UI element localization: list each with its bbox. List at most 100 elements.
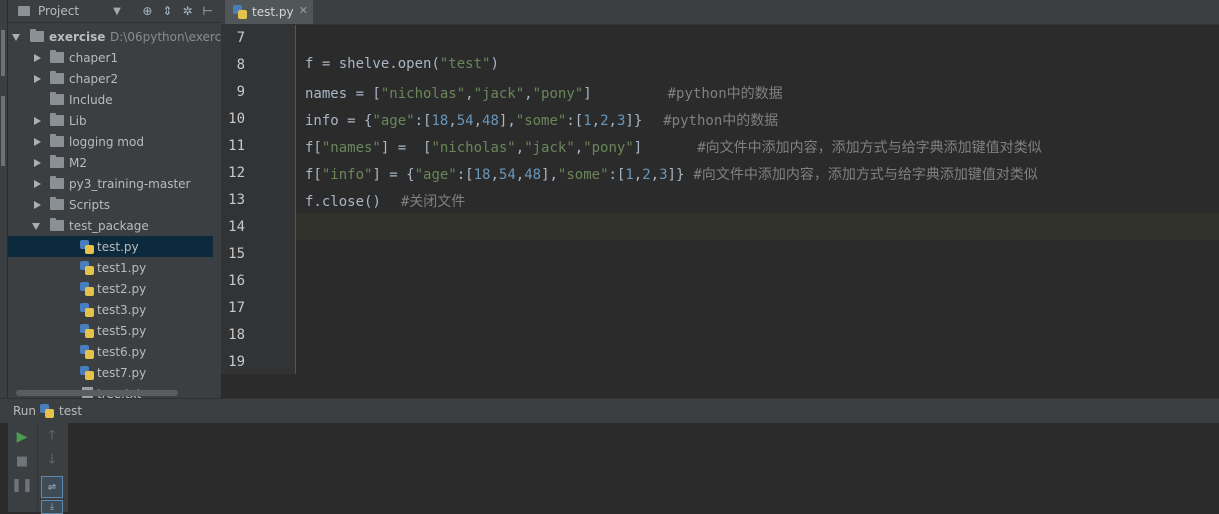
tree-file-item[interactable]: test1.py — [8, 257, 213, 278]
tree-item-label: test3.py — [97, 302, 147, 317]
code-number: 1 — [583, 113, 592, 129]
close-icon[interactable]: ✕ — [299, 4, 308, 17]
code-comment: #python中的数据 — [667, 86, 783, 102]
code-token: ]} — [667, 167, 685, 183]
code-token: ], — [498, 113, 516, 129]
tree-folder-item[interactable]: test_package — [8, 215, 213, 236]
code-token: , — [490, 167, 499, 183]
line-number: 18 — [228, 327, 245, 343]
code-comment: #向文件中添加内容，添加方式与给字典添加键值对类似 — [693, 167, 1038, 183]
code-editor[interactable]: 7 8 9 10 11 12 13 14 15 16 17 18 19 f = shelve.open(… — [221, 25, 1219, 374]
collapse-all-icon[interactable]: ⇕ — [162, 4, 172, 18]
code-line-13[interactable]: f.close() #关闭文件 — [305, 191, 465, 211]
code-string: "jack" — [473, 86, 525, 102]
chevron-right-icon[interactable] — [34, 54, 41, 62]
code-line-9[interactable]: names = ["nicholas","jack","pony"] #pytho… — [305, 83, 783, 103]
tree-folder-item[interactable]: chaper2 — [8, 68, 213, 89]
code-string: "age" — [414, 167, 457, 183]
project-path: D:\06python\exercis — [110, 29, 221, 44]
tree-folder-item[interactable]: exercise D:\06python\exercis — [8, 26, 221, 47]
project-panel: Project ▼ ⊕ ⇕ ✲ ⊢ exercise D:\06python\ex… — [8, 0, 221, 398]
editor-tab-bar: test.py ✕ — [221, 0, 1219, 25]
chevron-right-icon[interactable] — [34, 201, 41, 209]
code-token: , — [524, 86, 533, 102]
chevron-down-icon[interactable]: ▼ — [113, 6, 121, 17]
python-file-icon — [80, 261, 94, 275]
up-arrow-icon[interactable]: 🡑 — [44, 428, 60, 445]
run-toolbar: ▶ 🡑 ■ 🡓 ❚❚ ⇌ ⤓ — [8, 423, 68, 514]
structure-tool-tab[interactable] — [1, 96, 5, 166]
tree-file-item[interactable]: test2.py — [8, 278, 213, 299]
tree-item-label: Include — [69, 92, 113, 107]
tab-test-py[interactable]: test.py ✕ — [225, 0, 313, 24]
chevron-right-icon[interactable] — [34, 159, 41, 167]
tree-folder-item[interactable]: Lib — [8, 110, 213, 131]
pause-icon[interactable]: ❚❚ — [11, 477, 33, 493]
tree-folder-item[interactable]: logging mod — [8, 131, 213, 152]
code-token: f. — [305, 194, 322, 210]
tree-folder-item[interactable]: py3_training-master — [8, 173, 213, 194]
code-token: ] = { — [372, 167, 415, 183]
code-line-12[interactable]: f["info"] = {"age":[18,54,48],"some":[1,… — [305, 164, 1038, 184]
tool-window-strip[interactable] — [0, 0, 8, 398]
python-file-icon — [80, 366, 94, 380]
chevron-right-icon[interactable] — [34, 117, 41, 125]
code-number: 48 — [524, 167, 542, 183]
project-tool-tab[interactable] — [1, 30, 5, 76]
code-string: "pony" — [532, 86, 584, 102]
code-line-8[interactable]: f = shelve.open("test") — [305, 56, 499, 72]
chevron-right-icon[interactable] — [34, 138, 41, 146]
chevron-right-icon[interactable] — [34, 180, 41, 188]
code-comment: #向文件中添加内容，添加方式与给字典添加键值对类似 — [697, 140, 1042, 156]
code-token: ], — [541, 167, 558, 183]
tree-item-label: test7.py — [97, 365, 147, 380]
code-token: , — [591, 113, 601, 129]
hide-panel-icon[interactable]: ⊢ — [203, 4, 213, 18]
chevron-down-icon[interactable] — [12, 34, 20, 41]
tree-file-item[interactable]: test3.py — [8, 299, 213, 320]
project-panel-title[interactable]: Project — [38, 4, 79, 18]
sync-icon[interactable]: ⊕ — [142, 4, 152, 18]
tree-folder-item[interactable]: Include — [8, 89, 213, 110]
run-config-name[interactable]: test — [59, 404, 82, 418]
tree-folder-item[interactable]: chaper1 — [8, 47, 213, 68]
code-number: 1 — [625, 167, 634, 183]
stop-icon[interactable]: ■ — [14, 453, 30, 469]
code-token: close — [321, 194, 365, 210]
tree-file-item[interactable]: test5.py — [8, 320, 213, 341]
project-horizontal-scrollbar[interactable] — [16, 390, 178, 396]
tree-file-item[interactable]: test7.py — [8, 362, 213, 383]
code-string: "jack" — [524, 140, 575, 156]
tree-folder-item[interactable]: M2 — [8, 152, 213, 173]
tree-item-label: logging mod — [69, 134, 144, 149]
code-string: "nicholas" — [431, 140, 516, 156]
tree-file-item[interactable]: test.py — [8, 236, 213, 257]
chevron-down-icon[interactable] — [32, 223, 40, 230]
code-number: 18 — [473, 167, 491, 183]
code-line-11[interactable]: f["names"] = ["nicholas","jack","pony"] #… — [305, 137, 1042, 157]
run-panel-title: Run — [13, 404, 37, 418]
code-token: :[ — [456, 167, 474, 183]
code-string: "some" — [557, 167, 609, 183]
code-line-10[interactable]: info = {"age":[18,54,48],"some":[1,2,3]}… — [305, 110, 778, 130]
chevron-right-icon[interactable] — [34, 75, 41, 83]
tree-item-label: M2 — [69, 155, 87, 170]
code-token: ] — [633, 140, 643, 156]
code-token: f = shelve. — [305, 56, 398, 72]
tree-folder-item[interactable]: Scripts — [8, 194, 213, 215]
code-string: "nicholas" — [380, 86, 466, 102]
soft-wrap-icon[interactable]: ⇌ — [41, 476, 63, 498]
tree-item-label: test2.py — [97, 281, 147, 296]
code-string: "age" — [372, 113, 415, 129]
tree-file-item[interactable]: test6.py — [8, 341, 213, 362]
rerun-icon[interactable]: ▶ — [14, 429, 30, 445]
code-token: ] — [583, 86, 592, 102]
down-arrow-icon[interactable]: 🡓 — [44, 452, 60, 469]
tree-item-label: test5.py — [97, 323, 147, 338]
code-token: , — [574, 140, 584, 156]
tree-item-label: Scripts — [69, 197, 111, 212]
code-token: :[ — [608, 167, 626, 183]
line-number: 7 — [236, 30, 245, 46]
line-number: 15 — [228, 246, 245, 262]
gear-icon[interactable]: ✲ — [182, 4, 192, 18]
